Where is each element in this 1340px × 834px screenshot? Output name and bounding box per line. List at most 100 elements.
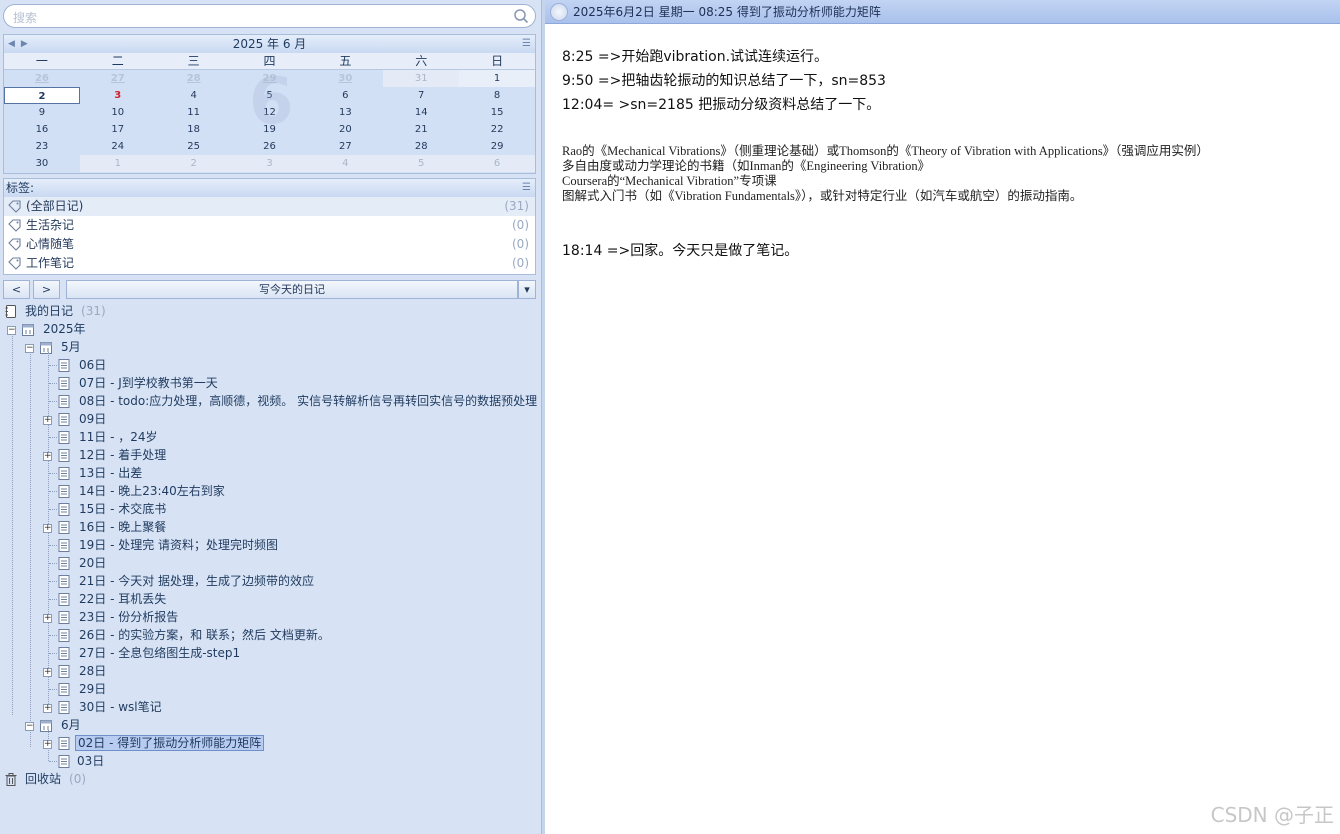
calendar-day[interactable]: 18 — [156, 121, 232, 138]
expand-icon[interactable]: + — [43, 668, 52, 677]
next-day-button[interactable]: > — [33, 280, 60, 299]
calendar-day[interactable]: 6 — [459, 155, 536, 172]
tree-entry[interactable]: 09日 — [77, 410, 108, 428]
tree-entry[interactable]: 22日 - 耳机丢失 — [77, 590, 168, 608]
tree-month-may[interactable]: 5月 — [59, 338, 83, 356]
tree-entry[interactable]: 13日 - 出差 — [77, 464, 144, 482]
tree-entry[interactable]: 16日 - 晚上聚餐 — [77, 518, 168, 536]
tree-entry[interactable]: 20日 — [77, 554, 108, 572]
calendar-day[interactable]: 11 — [156, 104, 232, 121]
calendar-day[interactable]: 1 — [79, 155, 156, 172]
tree-entry-label: 14日 - 晚上23:40左右到家 — [79, 484, 225, 498]
calendar-day[interactable]: 28 — [383, 138, 459, 155]
calendar-day[interactable]: 3 — [80, 87, 156, 104]
calendar-day[interactable]: 27 — [80, 70, 156, 87]
calendar-day[interactable]: 27 — [307, 138, 383, 155]
calendar-day[interactable]: 13 — [307, 104, 383, 121]
tree-entry[interactable]: 08日 - todo:应力处理，高顺德，视频。 实信号转解析信号再转回实信号的数… — [77, 392, 539, 410]
calendar-day[interactable]: 30 — [307, 70, 383, 87]
expand-icon[interactable]: + — [43, 704, 52, 713]
calendar-day[interactable]: 26 — [4, 70, 80, 87]
calendar-day[interactable]: 23 — [4, 138, 80, 155]
calendar-day[interactable]: 21 — [383, 121, 459, 138]
expand-icon[interactable]: + — [43, 740, 52, 749]
expand-icon[interactable]: + — [43, 416, 52, 425]
tree-entry[interactable]: 14日 - 晚上23:40左右到家 — [77, 482, 227, 500]
tree-month-june[interactable]: 6月 — [59, 716, 83, 734]
tree-entry[interactable]: 23日 - 份分析报告 — [77, 608, 180, 626]
calendar-day[interactable]: 20 — [307, 121, 383, 138]
tree-entry[interactable]: 07日 - J到学校教书第一天 — [77, 374, 220, 392]
calendar: ◀▶ 2025 年 6 月 ☰ 一二三四五六日 6 26 27 28 29 30 31 1 2… — [3, 34, 536, 174]
document-icon — [58, 413, 70, 426]
calendar-week-row: 2345678 — [4, 87, 535, 104]
calendar-day[interactable]: 30 — [4, 155, 80, 172]
calendar-day[interactable]: 9 — [4, 104, 80, 121]
splitter[interactable] — [542, 0, 545, 834]
calendar-day[interactable]: 15 — [459, 104, 535, 121]
tree-entry[interactable]: 21日 - 今天对 据处理，生成了边频带的效应 — [77, 572, 316, 590]
calendar-day[interactable]: 8 — [459, 87, 535, 104]
calendar-day[interactable]: 29 — [459, 138, 535, 155]
tag-item[interactable]: 生活杂记 (0) — [4, 216, 535, 235]
calendar-day[interactable]: 12 — [232, 104, 308, 121]
tree-entry[interactable]: 12日 - 着手处理 — [77, 446, 168, 464]
content-line: 18:14 =>回家。今天只是做了笔记。 — [562, 243, 799, 259]
calendar-day[interactable]: 2 — [4, 87, 80, 104]
tree-entry[interactable]: 02日 - 得到了振动分析师能力矩阵 — [75, 734, 265, 752]
tree-root[interactable]: 我的日记 (31) — [23, 302, 106, 320]
tree-year[interactable]: 2025年 — [41, 320, 88, 338]
calendar-nav-arrows-icon[interactable]: ◀▶ — [8, 35, 34, 53]
tree-entry[interactable]: 27日 - 全息包络图生成-step1 — [77, 644, 242, 662]
weekday-label: 六 — [383, 53, 460, 70]
calendar-day[interactable]: 4 — [307, 155, 384, 172]
calendar-day[interactable]: 4 — [156, 87, 232, 104]
expand-icon[interactable]: + — [43, 614, 52, 623]
calendar-day[interactable]: 31 — [383, 70, 460, 87]
calendar-day[interactable]: 24 — [80, 138, 156, 155]
calendar-day[interactable]: 22 — [459, 121, 535, 138]
calendar-day[interactable]: 7 — [383, 87, 459, 104]
calendar-menu-icon[interactable]: ☰ — [522, 35, 531, 53]
calendar-day[interactable]: 5 — [383, 155, 460, 172]
write-today-button[interactable]: 写今天的日记 — [66, 280, 518, 299]
search-box[interactable]: 搜索 — [3, 4, 536, 28]
calendar-day[interactable]: 29 — [232, 70, 308, 87]
tree-entry[interactable]: 15日 - 术交底书 — [77, 500, 168, 518]
search-icon[interactable] — [513, 8, 529, 24]
tree-entry[interactable]: 30日 - wsl笔记 — [77, 698, 164, 716]
tree-trash[interactable]: 回收站 (0) — [23, 770, 86, 788]
prev-day-button[interactable]: < — [3, 280, 30, 299]
collapse-icon[interactable]: − — [25, 722, 34, 731]
tag-item[interactable]: 心情随笔 (0) — [4, 235, 535, 254]
tag-icon — [8, 238, 21, 251]
expand-icon[interactable]: + — [43, 452, 52, 461]
tag-item[interactable]: (全部日记) (31) — [4, 197, 535, 216]
calendar-day[interactable]: 16 — [4, 121, 80, 138]
tree-entry[interactable]: 11日 - ，24岁 — [77, 428, 160, 446]
calendar-day[interactable]: 5 — [232, 87, 308, 104]
tags-menu-icon[interactable]: ☰ — [522, 179, 531, 197]
calendar-day[interactable]: 25 — [156, 138, 232, 155]
tree-entry[interactable]: 28日 — [77, 662, 108, 680]
calendar-day[interactable]: 6 — [307, 87, 383, 104]
write-dropdown-button[interactable]: ▾ — [518, 280, 536, 299]
tree-entry[interactable]: 29日 — [77, 680, 108, 698]
document-icon — [58, 647, 70, 660]
tree-entry[interactable]: 03日 — [75, 752, 106, 770]
calendar-day[interactable]: 26 — [232, 138, 308, 155]
tree-entry[interactable]: 19日 - 处理完 请资料；处理完时频图 — [77, 536, 280, 554]
tree-entry[interactable]: 06日 — [77, 356, 108, 374]
tree-entry[interactable]: 26日 - 的实验方案，和 联系；然后 文档更新。 — [77, 626, 332, 644]
calendar-day[interactable]: 19 — [232, 121, 308, 138]
calendar-day[interactable]: 28 — [156, 70, 232, 87]
expand-icon[interactable]: + — [43, 524, 52, 533]
calendar-day[interactable]: 17 — [80, 121, 156, 138]
calendar-day[interactable]: 1 — [459, 70, 536, 87]
calendar-day[interactable]: 2 — [155, 155, 232, 172]
tag-item[interactable]: 工作笔记 (0) — [4, 254, 535, 273]
calendar-day[interactable]: 3 — [231, 155, 308, 172]
calendar-day[interactable]: 14 — [383, 104, 459, 121]
chevron-down-icon: ▾ — [524, 283, 530, 296]
calendar-day[interactable]: 10 — [80, 104, 156, 121]
